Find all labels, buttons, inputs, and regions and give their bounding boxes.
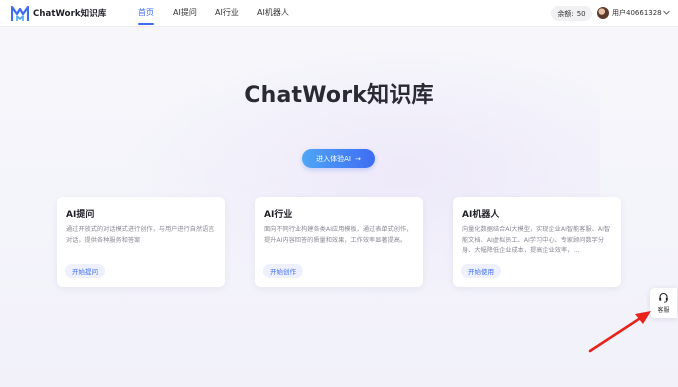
logo-icon[interactable] — [11, 5, 29, 22]
annotation-arrow-icon — [588, 311, 651, 353]
balance-badge[interactable]: 余额: 50 — [551, 6, 592, 21]
card-ai-robot: AI机器人 向量化数据结合AI大模型，实现企业AI智能客服、AI智能文档、AI虚… — [453, 197, 621, 287]
start-create-button[interactable]: 开始创作 — [263, 264, 303, 278]
nav-ai-robot[interactable]: AI机器人 — [257, 7, 289, 18]
avatar[interactable] — [597, 7, 609, 19]
card-ai-ask: AI提问 通过开放式的对话模式进行创作，与用户进行自然语言对话，提供各种服务和答… — [57, 197, 225, 287]
card-title: AI行业 — [264, 210, 293, 220]
start-use-button[interactable]: 开始使用 — [461, 264, 501, 278]
card-title: AI机器人 — [462, 210, 500, 220]
start-ask-button[interactable]: 开始提问 — [65, 264, 105, 278]
chevron-down-icon[interactable] — [662, 8, 671, 17]
card-description: 向量化数据结合AI大模型，实现企业AI智能客服、AI智能文档、AI虚拟员工、AI… — [462, 226, 611, 254]
top-bar: ChatWork知识库 首页 AI提问 AI行业 AI机器人 余额: 50 用户… — [0, 0, 678, 27]
card-ai-industry: AI行业 面向不同行业构建各类AI应用模板，通过表单式创作，提升AI内容回答的质… — [255, 197, 423, 287]
hero-title: ChatWork知识库 — [244, 83, 434, 108]
nav-home[interactable]: 首页 — [138, 7, 154, 18]
headset-icon — [659, 292, 668, 303]
nav-ai-industry[interactable]: AI行业 — [215, 7, 239, 18]
nav-ai-ask[interactable]: AI提问 — [173, 7, 197, 18]
balance-label: 余额: — [557, 9, 574, 18]
username[interactable]: 用户40661328 — [612, 8, 662, 18]
nav-active-indicator — [138, 23, 154, 25]
enter-ai-button[interactable]: 进入体验AI → — [302, 149, 375, 168]
brand-name[interactable]: ChatWork知识库 — [33, 7, 106, 19]
balance-value: 50 — [576, 9, 586, 18]
arrow-right-icon: → — [354, 154, 361, 163]
customer-service-label: 客服 — [657, 307, 670, 314]
enter-ai-label: 进入体验AI — [316, 154, 351, 163]
card-description: 通过开放式的对话模式进行创作，与用户进行自然语言对话，提供各种服务和答案 — [66, 226, 215, 244]
card-title: AI提问 — [66, 210, 95, 220]
card-description: 面向不同行业构建各类AI应用模板，通过表单式创作，提升AI内容回答的质量和效果，… — [264, 226, 413, 244]
